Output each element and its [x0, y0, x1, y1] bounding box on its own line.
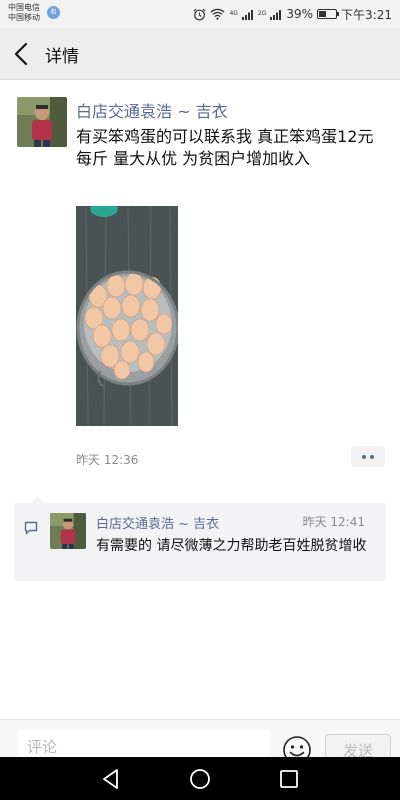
comment-arrow — [31, 496, 45, 503]
network-type-1: 4G — [229, 10, 238, 17]
post-time: 昨天 12:36 — [76, 453, 139, 467]
carrier-2: 中国移动 — [8, 13, 40, 22]
system-nav-bar — [0, 757, 400, 800]
comment-time: 昨天 12:41 — [302, 515, 365, 529]
clock: 下午3:21 — [341, 7, 392, 22]
carrier-info: 中国电信 中国移动 — [8, 3, 40, 23]
more-button[interactable] — [351, 446, 385, 467]
comment-author[interactable]: 白店交通袁浩 ~ 吉衣 — [96, 513, 219, 532]
chevron-left-icon[interactable] — [10, 41, 34, 67]
wifi-icon — [210, 8, 225, 20]
comment-input-bar: 发送 — [0, 719, 400, 766]
carrier-1: 中国电信 — [8, 3, 40, 12]
status-indicators: 4G 2G 39% 下午3:21 — [193, 5, 392, 23]
avatar[interactable] — [17, 97, 67, 147]
comment-avatar[interactable] — [50, 513, 86, 549]
more-dots-icon — [370, 454, 374, 459]
comment-section: 白店交通袁浩 ~ 吉衣 昨天 12:41 有需要的 请尽微薄之力帮助老百姓脱贫增… — [14, 503, 386, 581]
comment-text[interactable]: 有需要的 请尽微薄之力帮助老百姓脱贫增收 — [96, 536, 381, 556]
signal-icon-1 — [241, 9, 253, 20]
network-type-2: 2G — [257, 10, 267, 17]
post-photo[interactable] — [76, 206, 178, 426]
battery-icon — [317, 9, 340, 19]
nav-back-icon[interactable] — [98, 766, 124, 792]
comment-icon — [24, 521, 38, 535]
more-dots-icon — [362, 454, 366, 459]
post-text: 有买笨鸡蛋的可以联系我 真正笨鸡蛋12元每斤 量大从优 为贫困户增加收入 — [76, 127, 374, 168]
signal-icon-2 — [270, 9, 282, 20]
carrier-badge: 和 — [47, 6, 60, 19]
page-title: 详情 — [45, 47, 79, 67]
nav-recent-icon[interactable] — [276, 766, 302, 792]
header: 详情 — [0, 28, 400, 80]
battery-percent: 39% — [286, 7, 314, 21]
post-author[interactable]: 白店交通袁浩 ~ 吉衣 — [76, 98, 228, 122]
nav-home-icon[interactable] — [187, 766, 213, 792]
status-bar: 中国电信 中国移动 和 4G 2G 39% 下午3:21 — [0, 0, 400, 28]
alarm-icon — [194, 8, 206, 20]
